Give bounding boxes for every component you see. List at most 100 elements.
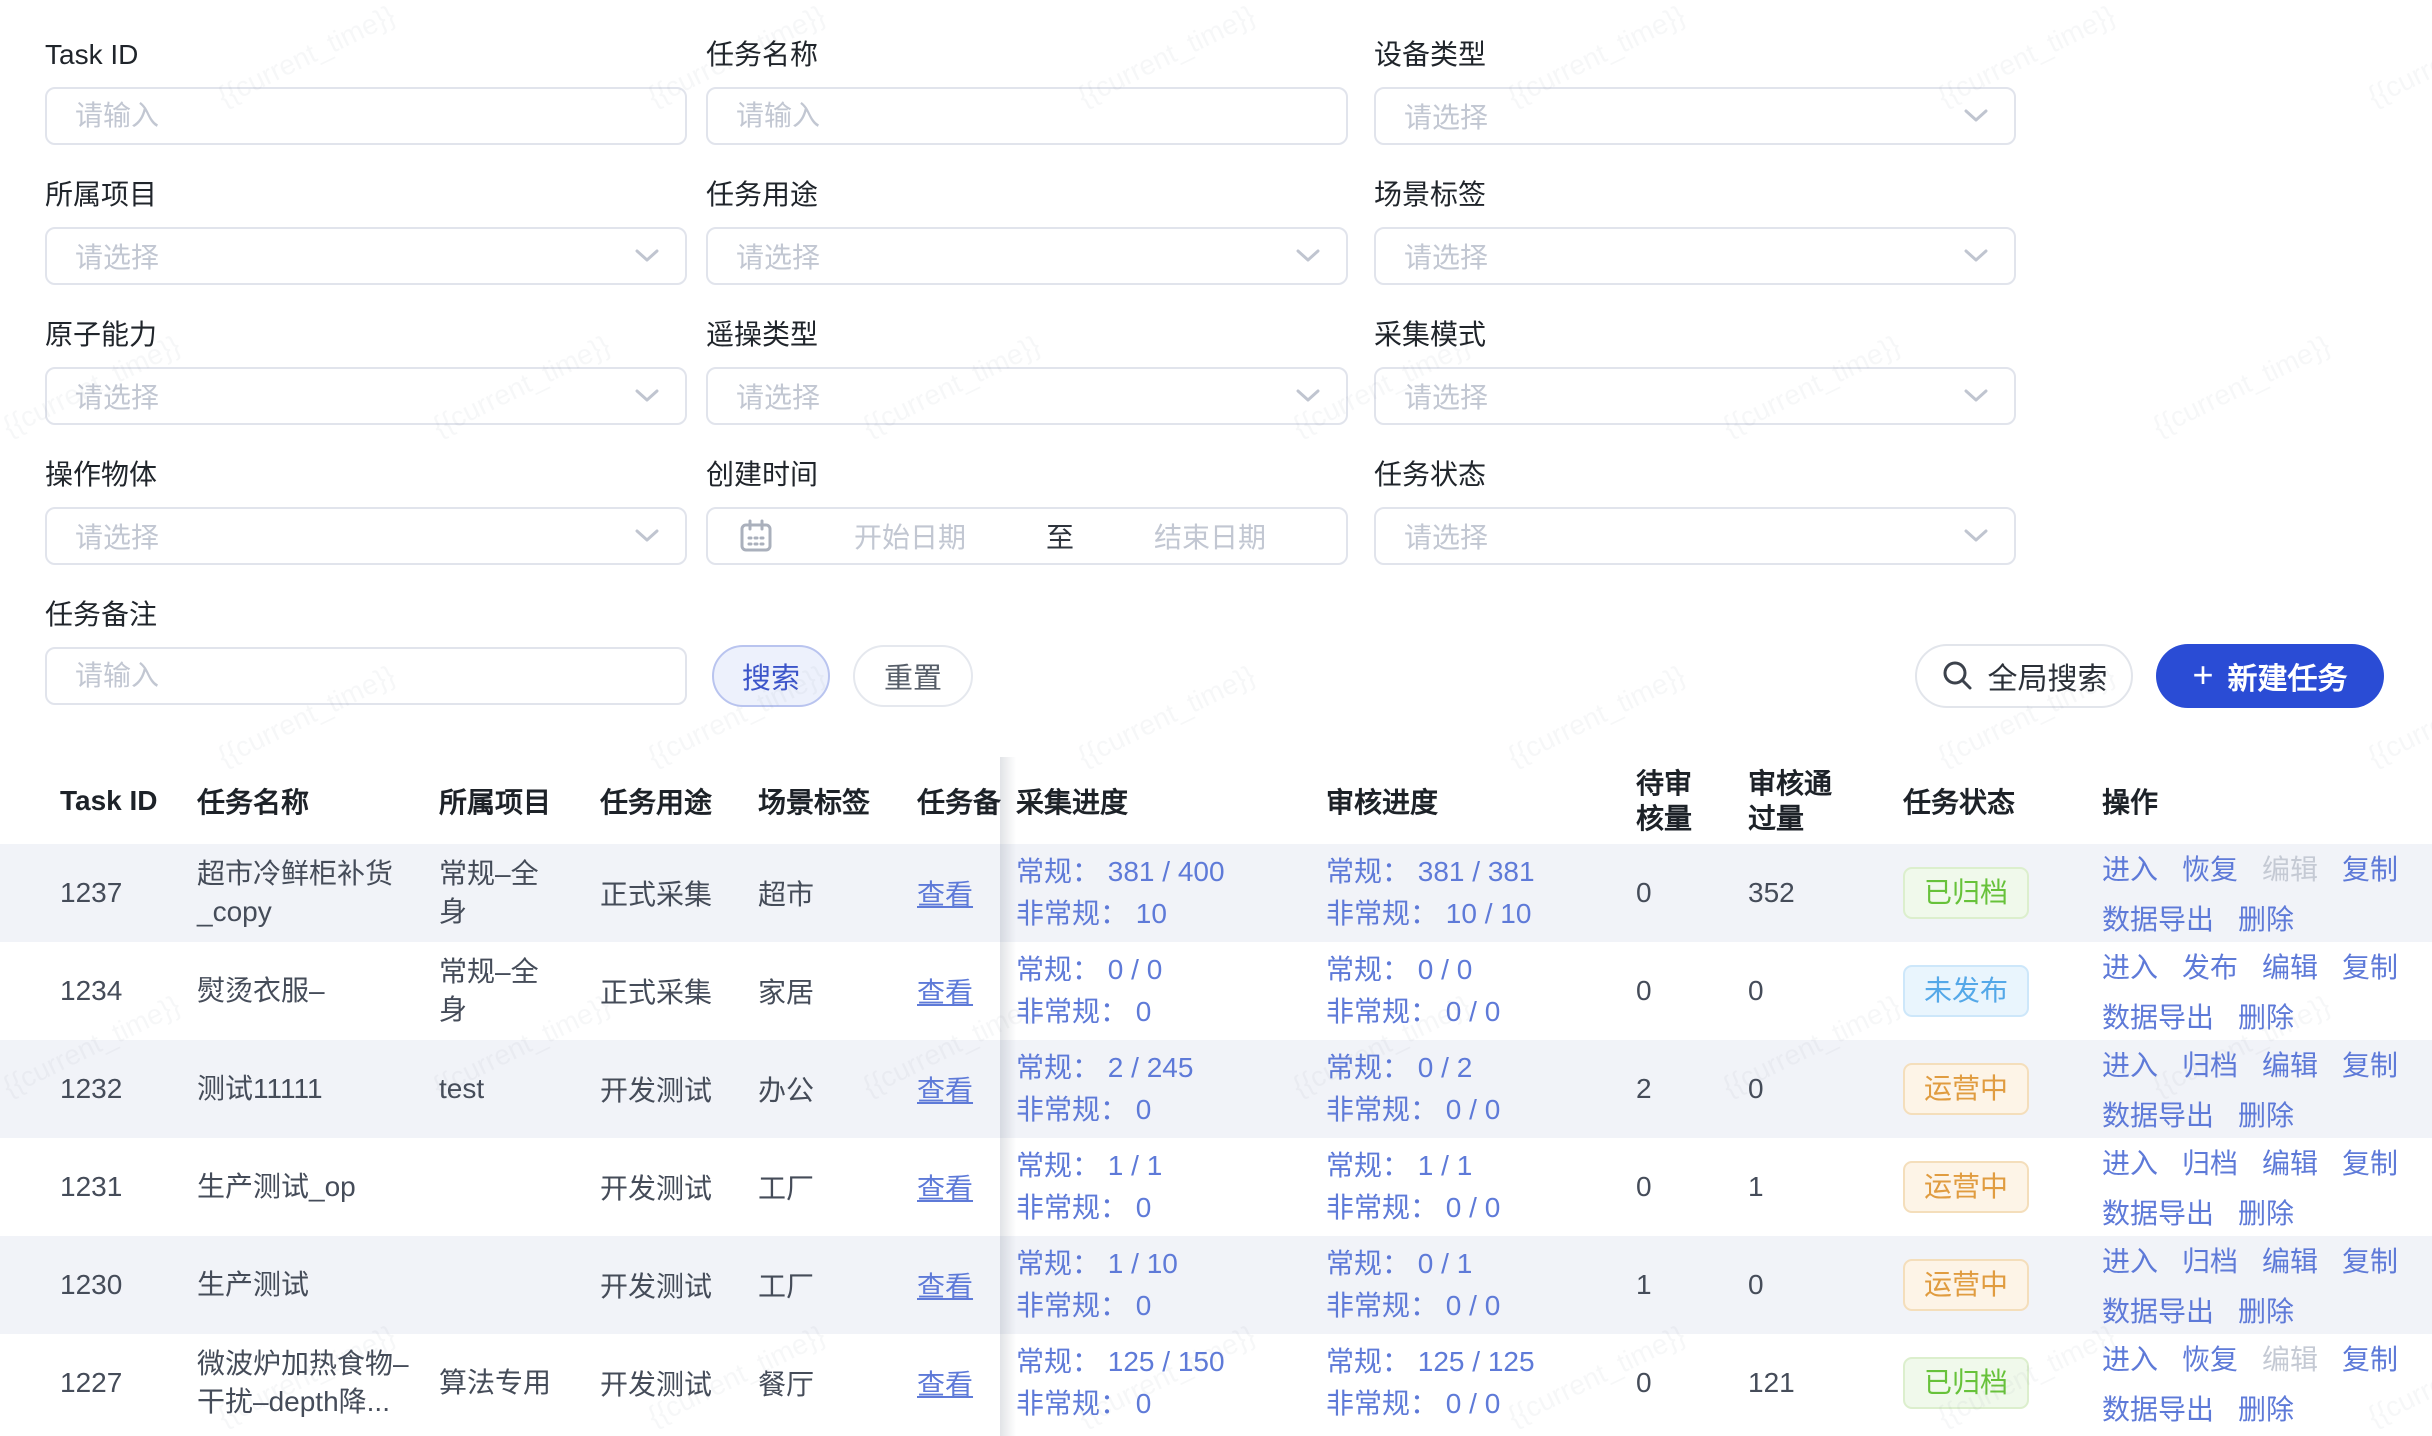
object-select[interactable]: 请选择 xyxy=(45,507,687,565)
op-restore-link[interactable]: 恢复 xyxy=(2182,848,2238,888)
filter-label: 原子能力 xyxy=(45,318,687,352)
search-button[interactable]: 搜索 xyxy=(712,645,830,707)
op-archive-link[interactable]: 归档 xyxy=(2182,1142,2238,1182)
filter-label: 所属项目 xyxy=(45,178,687,212)
op-archive-link[interactable]: 归档 xyxy=(2182,1044,2238,1084)
cell-pending-review: 0 xyxy=(1636,1367,1748,1399)
op-copy-link[interactable]: 复制 xyxy=(2342,1338,2398,1378)
task-status-select[interactable]: 请选择 xyxy=(1374,507,2016,565)
op-publish-link[interactable]: 发布 xyxy=(2182,946,2238,986)
task-remark-input-wrap xyxy=(45,647,687,705)
op-copy-link[interactable]: 复制 xyxy=(2342,946,2398,986)
task-name-input[interactable] xyxy=(708,100,1346,132)
op-copy-link[interactable]: 复制 xyxy=(2342,1142,2398,1182)
reset-button[interactable]: 重置 xyxy=(853,645,973,707)
cell-status: 运营中 xyxy=(1903,1161,2102,1213)
cell-collect-progress: 常规： 1 / 1非常规： 0 xyxy=(1016,1145,1326,1229)
cell-task-name: 超市冷鲜柜补货_copy xyxy=(197,855,439,931)
op-copy-link[interactable]: 复制 xyxy=(2342,848,2398,888)
op-copy-link[interactable]: 复制 xyxy=(2342,1240,2398,1280)
col-task-name: 任务名称 xyxy=(197,781,439,821)
op-export-link[interactable]: 数据导出 xyxy=(2102,1192,2214,1232)
plus-icon: + xyxy=(2192,657,2213,693)
col-scene: 场景标签 xyxy=(758,781,917,821)
cell-scene: 餐厅 xyxy=(758,1363,917,1403)
op-enter-link[interactable]: 进入 xyxy=(2102,1044,2158,1084)
op-export-link[interactable]: 数据导出 xyxy=(2102,996,2214,1036)
filter-label: 设备类型 xyxy=(1374,38,2016,72)
date-separator: 至 xyxy=(1046,516,1074,556)
cell-pending-review: 0 xyxy=(1636,975,1748,1007)
purpose-select[interactable]: 请选择 xyxy=(706,227,1348,285)
task-id-input[interactable] xyxy=(47,100,685,132)
op-export-link[interactable]: 数据导出 xyxy=(2102,898,2214,938)
table-header: Task ID 任务名称 所属项目 任务用途 场景标签 任务备注 采集进度 审核… xyxy=(0,757,2432,844)
cell-pending-review: 0 xyxy=(1636,877,1748,909)
cell-status: 未发布 xyxy=(1903,965,2102,1017)
view-remark-link[interactable]: 查看 xyxy=(917,1369,973,1400)
op-edit-link[interactable]: 编辑 xyxy=(2262,1142,2318,1182)
cell-operations: 进入发布编辑复制 数据导出删除 xyxy=(2102,946,2432,1036)
op-enter-link[interactable]: 进入 xyxy=(2102,848,2158,888)
op-delete-link[interactable]: 删除 xyxy=(2238,1094,2294,1134)
op-restore-link[interactable]: 恢复 xyxy=(2182,1338,2238,1378)
op-delete-link[interactable]: 删除 xyxy=(2238,996,2294,1036)
view-remark-link[interactable]: 查看 xyxy=(917,879,973,910)
cell-review-passed: 0 xyxy=(1748,1073,1903,1105)
scene-tag-select[interactable]: 请选择 xyxy=(1374,227,2016,285)
filter-label: 任务状态 xyxy=(1374,458,2016,492)
cell-task-name: 熨烫衣服– xyxy=(197,972,439,1010)
task-remark-input[interactable] xyxy=(47,660,685,692)
collect-mode-select[interactable]: 请选择 xyxy=(1374,367,2016,425)
op-archive-link[interactable]: 归档 xyxy=(2182,1240,2238,1280)
cell-operations: 进入归档编辑复制 数据导出删除 xyxy=(2102,1240,2432,1330)
task-name-input-wrap xyxy=(706,87,1348,145)
op-enter-link[interactable]: 进入 xyxy=(2102,1240,2158,1280)
op-enter-link[interactable]: 进入 xyxy=(2102,946,2158,986)
cell-review-passed: 0 xyxy=(1748,975,1903,1007)
atomic-ability-select[interactable]: 请选择 xyxy=(45,367,687,425)
create-task-button[interactable]: + 新建任务 xyxy=(2156,644,2384,708)
view-remark-link[interactable]: 查看 xyxy=(917,1271,973,1302)
device-type-select[interactable]: 请选择 xyxy=(1374,87,2016,145)
op-delete-link[interactable]: 删除 xyxy=(2238,1388,2294,1428)
op-export-link[interactable]: 数据导出 xyxy=(2102,1388,2214,1428)
filter-label: Task ID xyxy=(45,38,687,72)
cell-scene: 办公 xyxy=(758,1069,917,1109)
op-export-link[interactable]: 数据导出 xyxy=(2102,1094,2214,1134)
cell-collect-progress: 常规： 125 / 150非常规： 0 xyxy=(1016,1341,1326,1425)
op-edit-link[interactable]: 编辑 xyxy=(2262,1044,2318,1084)
cell-status: 已归档 xyxy=(1903,867,2102,919)
op-delete-link[interactable]: 删除 xyxy=(2238,898,2294,938)
teleop-type-select[interactable]: 请选择 xyxy=(706,367,1348,425)
op-edit-link[interactable]: 编辑 xyxy=(2262,946,2318,986)
op-copy-link[interactable]: 复制 xyxy=(2342,1044,2398,1084)
cell-pending-review: 1 xyxy=(1636,1269,1748,1301)
view-remark-link[interactable]: 查看 xyxy=(917,1075,973,1106)
global-search-button[interactable]: 全局搜索 xyxy=(1915,644,2133,708)
chevron-down-icon xyxy=(635,529,659,543)
op-export-link[interactable]: 数据导出 xyxy=(2102,1290,2214,1330)
op-enter-link[interactable]: 进入 xyxy=(2102,1338,2158,1378)
status-badge: 运营中 xyxy=(1903,1161,2029,1213)
op-delete-link[interactable]: 删除 xyxy=(2238,1290,2294,1330)
view-remark-link[interactable]: 查看 xyxy=(917,1173,973,1204)
cell-remark: 查看 xyxy=(917,971,1016,1011)
start-date-placeholder[interactable]: 开始日期 xyxy=(774,516,1046,556)
op-delete-link[interactable]: 删除 xyxy=(2238,1192,2294,1232)
view-remark-link[interactable]: 查看 xyxy=(917,977,973,1008)
project-select[interactable]: 请选择 xyxy=(45,227,687,285)
end-date-placeholder[interactable]: 结束日期 xyxy=(1074,516,1346,556)
filter-label: 创建时间 xyxy=(706,458,1348,492)
cell-status: 已归档 xyxy=(1903,1357,2102,1409)
cell-pending-review: 0 xyxy=(1636,1171,1748,1203)
op-edit-link[interactable]: 编辑 xyxy=(2262,1240,2318,1280)
chevron-down-icon xyxy=(1964,249,1988,263)
cell-scene: 工厂 xyxy=(758,1265,917,1305)
cell-pending-review: 2 xyxy=(1636,1073,1748,1105)
filter-label: 场景标签 xyxy=(1374,178,2016,212)
col-purpose: 任务用途 xyxy=(600,781,758,821)
create-time-range-picker[interactable]: 开始日期 至 结束日期 xyxy=(706,507,1348,565)
status-badge: 已归档 xyxy=(1903,867,2029,919)
op-enter-link[interactable]: 进入 xyxy=(2102,1142,2158,1182)
